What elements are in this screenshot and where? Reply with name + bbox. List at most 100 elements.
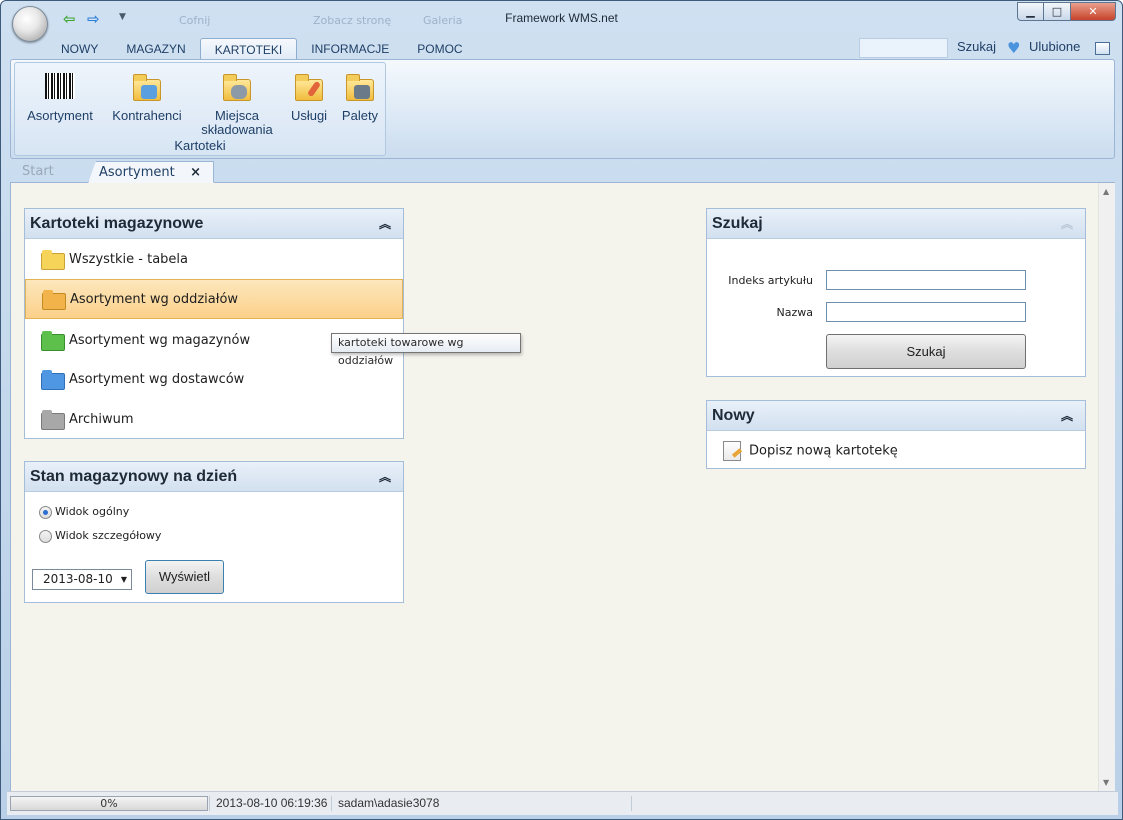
kartoteki-panel: Kartoteki magazynowe ︽ Wszystkie - tabel… [24,208,404,439]
ribbon-button-label: Palety [341,108,379,123]
ribbon-button-miejsca-skladowania[interactable]: Miejsca składowania [197,71,277,137]
ribbon-button-label-line2: składowania [201,122,273,137]
szukaj-panel-header: Szukaj ︽ [707,209,1085,239]
tab-kartoteki[interactable]: KARTOTEKI [199,38,298,60]
progress-bar: 0% [10,796,208,811]
ribbon-button-label: Asortyment [27,108,93,123]
title-bar: ⇦ ⇨ ▼ Cofnij Zobacz stronę Galeria Frame… [1,1,1122,42]
ribbon-button-label: Kontrahenci [112,108,182,123]
progress-text: 0% [100,797,118,810]
folder-item-label: Asortyment wg oddziałów [70,292,239,307]
ribbon-button-palety[interactable]: Palety [337,71,383,123]
ribbon-button-label: Miejsca [214,108,260,123]
panel-title: Stan magazynowy na dzień [30,468,238,485]
gray-folder-icon [41,410,65,430]
tab-pomoc[interactable]: POMOC [403,38,476,60]
collapse-icon[interactable]: ︽ [379,462,391,492]
status-user: sadam\adasie3078 [331,796,631,811]
search-link[interactable]: Szukaj [957,39,996,54]
tab-informacje[interactable]: INFORMACJE [297,38,403,60]
vertical-scrollbar[interactable]: ▲ ▼ [1098,183,1115,791]
status-bar: 0% 2013-08-10 06:19:36 sadam\adasie3078 [7,791,1118,815]
barcode-icon [44,71,76,103]
folder-item-label: Wszystkie - tabela [69,252,188,267]
show-button[interactable]: Wyświetl [145,560,224,594]
folder-pallet-icon [344,71,376,103]
nowy-panel: Nowy ︽ Dopisz nową kartotekę [706,400,1086,469]
folder-item-label: Archiwum [69,412,134,427]
folder-item-archiwum[interactable]: Archiwum [25,400,403,440]
radio-label: Widok szczegółowy [55,529,162,542]
blue-folder-icon [41,370,65,390]
folder-pencil-icon [293,71,325,103]
window-title: Framework WMS.net [505,11,618,25]
main-content: Kartoteki magazynowe ︽ Wszystkie - tabel… [10,183,1115,791]
folder-icon [42,290,66,310]
document-tabs: Start Asortyment × [10,161,1115,183]
status-empty-cell [631,796,1111,811]
minimize-button[interactable]: ▁ [1017,2,1044,21]
radio-button[interactable] [39,505,52,519]
name-label: Nazwa [776,306,813,319]
stan-panel-header: Stan magazynowy na dzień ︽ [25,462,403,492]
ribbon-group-kartoteki: Asortyment Kontrahenci Miejsca składowan… [14,62,386,156]
date-value: 2013-08-10 [43,572,113,586]
kartoteki-panel-header: Kartoteki magazynowe ︽ [25,209,403,239]
document-edit-icon [723,441,741,461]
status-datetime: 2013-08-10 06:19:36 [209,796,331,811]
scroll-up-icon[interactable]: ▲ [1103,187,1109,196]
folder-item-oddzialy[interactable]: Asortyment wg oddziałów [25,279,403,319]
ribbon-button-asortyment[interactable]: Asortyment [23,71,97,123]
close-button[interactable]: ✕ [1071,2,1116,21]
ribbon-button-uslugi[interactable]: Usługi [285,71,333,123]
chevron-down-icon: ▼ [120,575,127,584]
maximize-button[interactable]: □ [1044,2,1071,21]
application-menu-orb[interactable] [12,6,48,42]
tab-nowy[interactable]: NOWY [47,38,112,60]
window-controls: ▁ □ ✕ [1017,2,1116,21]
radio-button[interactable] [39,529,52,543]
add-new-record-label: Dopisz nową kartotekę [749,443,898,459]
tooltip: kartoteki towarowe wg oddziałów [331,333,521,367]
favorites-link[interactable]: Ulubione [1029,39,1080,54]
radio-widok-ogolny[interactable]: Widok ogólny [39,505,129,519]
index-input[interactable] [826,270,1026,290]
stan-magazynowy-panel: Stan magazynowy na dzień ︽ Widok ogólny … [24,461,404,603]
ribbon-panel: Asortyment Kontrahenci Miejsca składowan… [10,59,1115,159]
szukaj-panel: Szukaj ︽ Indeks artykułu Nazwa Szukaj [706,208,1086,377]
ribbon-tabs: NOWY MAGAZYN KARTOTEKI INFORMACJE POMOC [47,38,477,60]
index-label: Indeks artykułu [728,274,813,287]
collapse-icon[interactable]: ︽ [1061,209,1073,239]
folder-item-wszystkie[interactable]: Wszystkie - tabela [25,240,403,280]
scroll-down-icon[interactable]: ▼ [1103,778,1109,787]
heart-icon: ♥ [1007,39,1021,57]
doc-tab-start[interactable]: Start [12,161,90,183]
add-new-record-link[interactable]: Dopisz nową kartotekę [723,441,898,462]
panel-title: Szukaj [712,215,763,232]
ribbon-button-kontrahenci[interactable]: Kontrahenci [109,71,185,123]
app-window: ⇦ ⇨ ▼ Cofnij Zobacz stronę Galeria Frame… [0,0,1123,820]
nowy-panel-header: Nowy ︽ [707,401,1085,431]
ribbon-button-label: Usługi [290,108,328,123]
folder-users-icon [131,71,163,103]
ribbon-group-label: Kartoteki [174,138,226,153]
panel-title: Kartoteki magazynowe [30,215,204,232]
search-button[interactable]: Szukaj [826,334,1026,369]
collapse-icon[interactable]: ︽ [1061,401,1073,431]
tab-magazyn[interactable]: MAGAZYN [112,38,199,60]
window-layout-icon[interactable] [1095,42,1110,55]
folder-database-icon [221,71,253,103]
name-input[interactable] [826,302,1026,322]
doc-tab-label: Asortyment [99,165,175,180]
folder-item-label: Asortyment wg dostawców [69,372,245,387]
panel-title: Nowy [712,407,755,424]
ribbon-search-input[interactable] [859,38,948,58]
doc-tab-asortyment[interactable]: Asortyment × [88,161,214,183]
date-select[interactable]: 2013-08-10 ▼ [32,569,132,590]
folder-item-label: Asortyment wg magazynów [69,333,251,348]
radio-label: Widok ogólny [55,505,130,518]
close-tab-icon[interactable]: × [190,162,201,183]
radio-widok-szczegolowy[interactable]: Widok szczegółowy [39,529,161,543]
collapse-icon[interactable]: ︽ [379,209,391,239]
folder-icon [41,250,65,270]
